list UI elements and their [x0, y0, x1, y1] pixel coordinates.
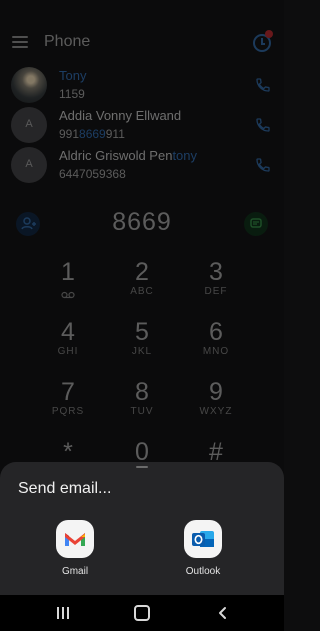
system-nav-bar: [0, 595, 284, 631]
home-icon[interactable]: [134, 605, 150, 621]
app-option-gmail[interactable]: Gmail: [40, 520, 110, 590]
share-sheet: Send email... Gmail Outlook: [0, 462, 284, 595]
drag-handle[interactable]: [136, 466, 148, 468]
back-icon[interactable]: [216, 606, 230, 620]
app-label: Outlook: [185, 566, 221, 577]
recent-apps-icon[interactable]: [57, 607, 69, 619]
app-label: Gmail: [61, 566, 89, 577]
app-option-outlook[interactable]: Outlook: [168, 520, 238, 590]
gmail-icon: [56, 520, 94, 558]
sheet-title: Send email...: [18, 480, 112, 497]
outlook-icon: [184, 520, 222, 558]
